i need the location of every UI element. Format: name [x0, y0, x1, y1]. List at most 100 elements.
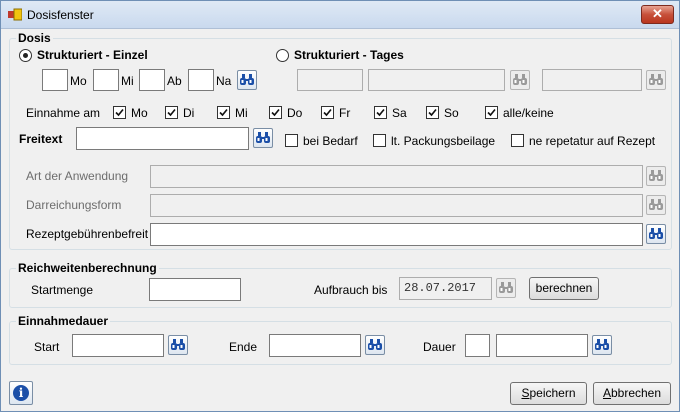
day-label: Sa: [392, 106, 407, 120]
day-label: Mi: [235, 106, 248, 120]
checkbox-bei-bedarf[interactable]: [285, 134, 298, 147]
reichweiten-group-title: Reichweitenberechnung: [16, 261, 159, 275]
binoculars-icon: [368, 339, 382, 350]
checkbox-ne-repetatur[interactable]: [511, 134, 524, 147]
checkmark-icon: [428, 108, 437, 117]
checkbox-packungsbeilage[interactable]: [373, 134, 386, 147]
checkmark-icon: [487, 108, 496, 117]
radio-strukturiert-einzel[interactable]: [19, 49, 32, 62]
field-na[interactable]: [188, 69, 214, 91]
radio-selected-dot: [23, 53, 28, 58]
start-label: Start: [34, 340, 60, 354]
freitext-input[interactable]: [76, 127, 249, 150]
rezept-field[interactable]: [150, 223, 643, 246]
label-mo: Mo: [70, 74, 87, 88]
lookup-freitext-button[interactable]: [253, 128, 273, 148]
checkmark-icon: [323, 108, 332, 117]
day-checkbox-fr[interactable]: [321, 106, 334, 119]
lookup-einzel-button[interactable]: [237, 70, 257, 90]
binoculars-icon: [649, 228, 663, 239]
day-checkbox-di[interactable]: [165, 106, 178, 119]
binoculars-icon: [513, 74, 527, 85]
binoculars-icon: [649, 74, 663, 85]
bei-bedarf-label: bei Bedarf: [303, 134, 358, 148]
day-label: Di: [183, 106, 195, 120]
binoculars-icon: [649, 170, 663, 181]
day-label: Do: [287, 106, 303, 120]
ende-input[interactable]: [269, 334, 361, 357]
radio-strukturiert-tages[interactable]: [276, 49, 289, 62]
field-ab[interactable]: [139, 69, 165, 91]
day-checkbox-sa[interactable]: [374, 106, 387, 119]
lookup-tages-button-1: [510, 70, 530, 90]
field-mi[interactable]: [93, 69, 119, 91]
window-title: Dosisfenster: [27, 8, 94, 22]
cancel-label-rest: bbrechen: [610, 386, 662, 400]
checkmark-icon: [167, 108, 176, 117]
packungsbeilage-label: lt. Packungsbeilage: [391, 134, 496, 148]
lookup-darreichungsform-button: [646, 195, 666, 215]
day-checkbox-so[interactable]: [426, 106, 439, 119]
tages-field-2: [368, 69, 505, 91]
checkmark-icon: [376, 108, 385, 117]
binoculars-icon: [649, 199, 663, 210]
day-label: alle/keine: [503, 106, 554, 120]
ende-label: Ende: [229, 340, 258, 354]
startmenge-label: Startmenge: [31, 283, 94, 297]
lookup-aufbrauch-button: [496, 278, 516, 298]
art-anwendung-field: [150, 165, 643, 188]
app-icon: [8, 8, 22, 21]
info-button[interactable]: i: [9, 381, 33, 405]
binoculars-icon: [256, 132, 270, 143]
day-label: Mo: [131, 106, 148, 120]
radio-tages-label: Strukturiert - Tages: [294, 48, 404, 62]
freitext-label: Freitext: [19, 132, 63, 146]
label-mi: Mi: [121, 74, 134, 88]
lookup-start-button[interactable]: [168, 335, 188, 355]
lookup-art-anwendung-button: [646, 166, 666, 186]
lookup-rezept-button[interactable]: [646, 224, 666, 244]
einnahme-label: Einnahme am: [26, 106, 101, 120]
lookup-dauer-button[interactable]: [592, 335, 612, 355]
day-checkbox-alle[interactable]: [485, 106, 498, 119]
day-checkbox-mi[interactable]: [217, 106, 230, 119]
cancel-button[interactable]: Abbrechen: [593, 382, 671, 405]
tages-field-3: [542, 69, 642, 91]
dauer-number-input[interactable]: [465, 334, 490, 357]
binoculars-icon: [240, 74, 254, 85]
darreichungsform-field: [150, 194, 643, 217]
dauer-label: Dauer: [423, 340, 456, 354]
einnahmedauer-group-title: Einnahmedauer: [16, 314, 111, 328]
label-na: Na: [216, 74, 232, 88]
lookup-ende-button[interactable]: [365, 335, 385, 355]
save-label-rest: peichern: [529, 386, 576, 400]
field-mo[interactable]: [42, 69, 68, 91]
binoculars-icon: [171, 339, 185, 350]
title-bar: Dosisfenster ✕: [1, 1, 679, 29]
save-button[interactable]: Speichern: [510, 382, 587, 405]
info-icon: i: [13, 385, 29, 401]
aufbrauch-label: Aufbrauch bis: [314, 283, 388, 297]
day-checkbox-mo[interactable]: [113, 106, 126, 119]
checkmark-icon: [271, 108, 280, 117]
checkmark-icon: [115, 108, 124, 117]
close-button[interactable]: ✕: [641, 5, 674, 24]
cancel-mnemonic: A: [602, 386, 611, 400]
rezept-label: Rezeptgebührenbefreit: [26, 227, 149, 241]
day-label: So: [444, 106, 459, 120]
tages-field-1: [297, 69, 363, 91]
dauer-unit-input[interactable]: [496, 334, 588, 357]
aufbrauch-date-field: 28.07.2017: [399, 277, 492, 300]
darreichungsform-label: Darreichungsform: [26, 198, 122, 212]
dosis-group-title: Dosis: [16, 31, 53, 45]
lookup-tages-button-2: [646, 70, 666, 90]
close-icon: ✕: [652, 6, 663, 21]
startmenge-input[interactable]: [149, 278, 241, 301]
day-checkbox-do[interactable]: [269, 106, 282, 119]
berechnen-button[interactable]: berechnen: [529, 277, 599, 300]
day-label: Fr: [339, 106, 351, 120]
start-input[interactable]: [72, 334, 164, 357]
label-ab: Ab: [167, 74, 182, 88]
binoculars-icon: [595, 339, 609, 350]
dosis-dialog: Dosisfenster ✕ Dosis Strukturiert - Einz…: [0, 0, 680, 412]
